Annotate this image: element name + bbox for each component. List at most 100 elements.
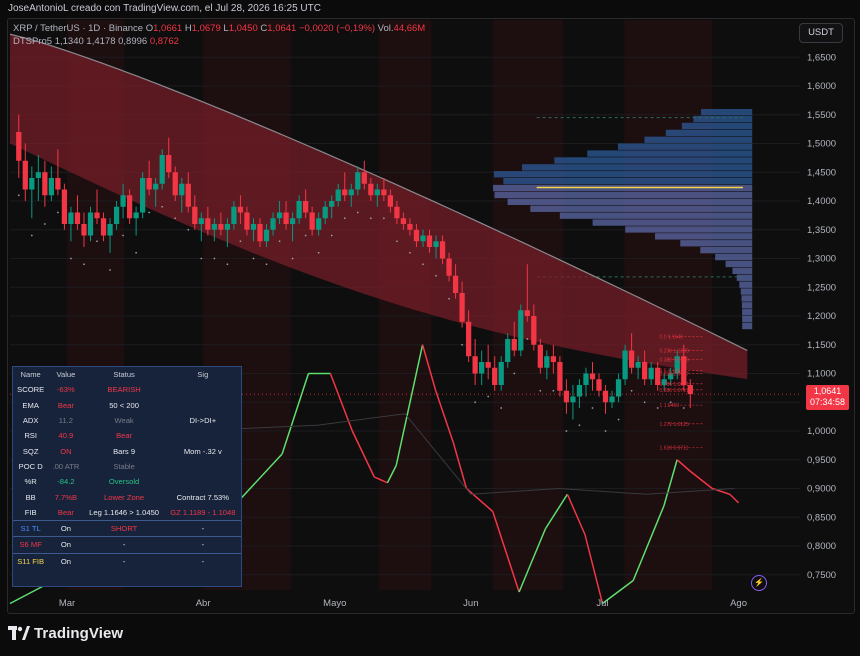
- volume-profile-bar: [741, 295, 753, 302]
- candle-body: [237, 206, 244, 213]
- trailing-dot: [148, 211, 151, 214]
- indicator-table: Name Value Status Sig SCORE -63% BEARISH…: [12, 366, 242, 587]
- trailing-dot: [30, 234, 33, 237]
- oscillator-segment: [566, 493, 586, 535]
- fib-label: 1.272 1.0125: [660, 422, 689, 428]
- row-name: SQZ: [22, 446, 39, 456]
- trailing-dot: [96, 240, 98, 243]
- candle-body: [140, 178, 146, 213]
- row-value: 40.9: [58, 431, 74, 441]
- candle-body: [446, 258, 452, 276]
- volume-profile-bar: [693, 115, 753, 123]
- candle-body: [329, 201, 335, 207]
- candle-body: [498, 362, 504, 385]
- indicator-name[interactable]: DTSPro5: [13, 36, 52, 47]
- candle-body: [192, 206, 198, 224]
- fib-label: 0.382 1.1246: [660, 357, 689, 363]
- volume-profile-bar: [742, 322, 753, 330]
- candle-body: [381, 189, 387, 196]
- fib-label: 0.618 1.0997: [660, 372, 689, 378]
- candle-body: [518, 310, 524, 351]
- oscillator-segment: [584, 534, 604, 604]
- candle-body: [81, 224, 87, 236]
- candle-body: [22, 160, 28, 190]
- candle-body: [153, 183, 159, 190]
- trailing-dot: [552, 389, 555, 392]
- row-value: Bear: [57, 507, 74, 517]
- trailing-dot: [56, 211, 59, 214]
- table-header-row: Name Value Status Sig: [13, 367, 241, 382]
- indicator-value-2: 1,4178: [86, 36, 116, 47]
- volume-profile-bar: [700, 247, 753, 254]
- trailing-dot: [252, 257, 255, 260]
- trailing-dot: [578, 424, 581, 427]
- candle-body: [537, 344, 543, 368]
- candle-body: [426, 235, 433, 247]
- symbol-name[interactable]: XRP / TetherUS · 1D · Binance: [13, 23, 143, 34]
- row-name: POC D: [18, 461, 43, 471]
- currency-button[interactable]: USDT: [799, 23, 843, 43]
- row-status: Stable: [113, 461, 135, 471]
- price-tick-label: 1,1000: [807, 369, 836, 380]
- candle-body: [439, 241, 446, 259]
- oscillator-segment: [435, 390, 454, 443]
- candle-body: [35, 172, 41, 178]
- candle-body: [524, 310, 530, 316]
- candle-body: [316, 218, 322, 230]
- trailing-dot: [43, 223, 46, 225]
- signal-name: S11 FIB: [13, 552, 49, 569]
- row-status: Weak: [114, 416, 134, 426]
- price-tick-label: 1,1500: [807, 340, 836, 351]
- candle-body: [55, 178, 61, 190]
- trailing-dot: [435, 274, 437, 277]
- volume-profile-bar: [644, 136, 753, 143]
- trailing-dot: [487, 395, 490, 398]
- trailing-dot: [278, 240, 281, 243]
- indicator-value-1: 1,1340: [54, 36, 84, 47]
- candle-body: [29, 178, 35, 190]
- close-value: 1,0641: [267, 23, 297, 34]
- table-row: SQZ ON Bars 9 Mom -.32 v: [13, 443, 241, 458]
- trailing-dot: [122, 234, 124, 237]
- candle-body: [505, 339, 511, 362]
- candle-body: [250, 224, 257, 230]
- candle-body: [622, 350, 628, 380]
- row-sig: GZ 1.1189 - 1.1048: [170, 507, 236, 517]
- time-tick-label: Abr: [196, 598, 211, 609]
- row-status: Bear: [116, 431, 133, 441]
- candle-body: [87, 212, 94, 236]
- candle-body: [550, 356, 557, 362]
- trailing-dot: [500, 407, 503, 409]
- current-price: 1,0641: [813, 386, 842, 396]
- candle-body: [309, 212, 315, 230]
- current-price-tag: 1,0641 07:34:58: [806, 385, 849, 410]
- fib-label: 0.236 1.1399: [660, 349, 689, 355]
- table-row: ADX 11.2 Weak DI->DI+: [13, 413, 241, 428]
- row-status: 50 < 200: [109, 400, 139, 410]
- volume-profile-bar: [522, 164, 753, 171]
- lightning-icon[interactable]: ⚡: [751, 575, 767, 591]
- high-value: 1,0679: [191, 23, 221, 34]
- volume-label: Vol.: [377, 23, 394, 34]
- table-header-cell: Sig: [197, 370, 209, 380]
- candle-body: [459, 293, 465, 322]
- candle-body: [335, 189, 341, 201]
- candle-body: [407, 224, 413, 230]
- candle-body: [433, 241, 439, 247]
- signal-row: S1 TL On SHORT -: [13, 519, 241, 537]
- candle-body: [355, 172, 361, 190]
- candle-body: [205, 218, 211, 230]
- candle-body: [159, 155, 165, 184]
- candle-body: [185, 183, 191, 207]
- signal-extra: -: [164, 536, 241, 554]
- row-sig: Contract 7.53%: [176, 492, 230, 502]
- row-name: ADX: [22, 416, 39, 426]
- candle-body: [531, 316, 537, 345]
- price-tick-label: 1,6500: [807, 52, 836, 63]
- trailing-dot: [682, 407, 685, 409]
- candle-body: [420, 235, 426, 242]
- row-status: Lower Zone: [104, 492, 145, 502]
- row-sig: [165, 459, 241, 474]
- signal-state: On: [48, 552, 84, 569]
- candle-body: [179, 183, 185, 196]
